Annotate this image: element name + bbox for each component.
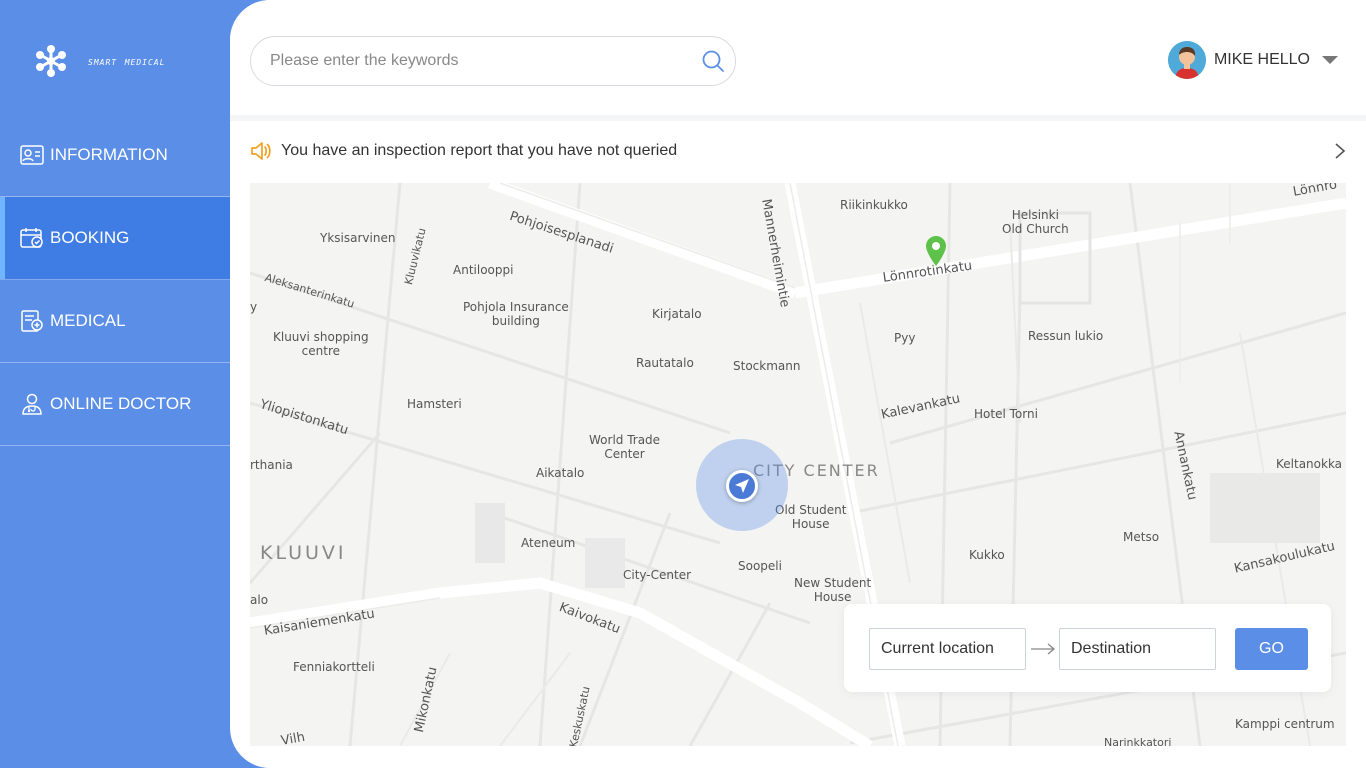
current-location-icon[interactable] [726,470,758,502]
top-bar: MIKE HELLO [230,0,1366,121]
map-label: Helsinki Old Church [1002,208,1069,236]
map-pin-icon[interactable] [926,236,946,266]
speaker-icon [251,142,271,160]
user-name: MIKE HELLO [1213,51,1310,68]
map-label: Antilooppi [453,263,514,277]
map-label: Aikatalo [536,466,585,480]
map-label: Old Student House [775,503,847,531]
main-panel: MIKE HELLO You have an inspection report… [230,0,1366,768]
street-label: Vilh [279,729,307,746]
user-menu[interactable]: MIKE HELLO [1167,41,1338,79]
route-planner: GO [844,604,1331,692]
medical-record-icon [20,310,44,332]
search-input[interactable] [270,37,690,85]
map-label: Pohjola Insurance building [463,300,569,328]
district-label: KLUUVI [260,542,347,564]
map-label: rthania [250,458,293,472]
calendar-check-icon [20,227,44,249]
map-label: Riikinkukko [840,198,908,212]
current-location-field[interactable] [869,628,1026,670]
id-card-icon [20,144,44,166]
map-label: Yksisarvinen [320,231,396,245]
arrow-right-icon [1031,643,1056,655]
brand-logo[interactable]: smart medical [34,44,165,78]
map-label: Pyy [894,331,916,345]
map-label: Soopeli [738,559,782,573]
sidebar: smart medical INFORMATION BOOKING MEDICA… [0,0,230,768]
map-label: y [250,300,258,314]
chevron-down-icon[interactable] [1322,56,1338,64]
sidebar-item-medical[interactable]: MEDICAL [0,280,230,363]
chevron-right-icon[interactable] [1334,142,1346,160]
map-label: Kluuvi shopping centre [273,330,369,358]
logo-icon [36,45,66,77]
map-label: Fenniakortteli [293,660,375,674]
sidebar-nav: INFORMATION BOOKING MEDICAL ONLINE DOCTO… [0,114,230,446]
map-label: Ressun lukio [1028,329,1104,343]
sidebar-item-booking[interactable]: BOOKING [0,197,230,280]
map-label: Stockmann [733,359,801,373]
map-label: Kukko [969,548,1005,562]
map-label: Metso [1123,530,1160,544]
map-label: Kirjatalo [652,307,702,321]
street-label: Narinkkatori [1104,736,1172,746]
map-label: alo [250,593,269,607]
sidebar-item-label: INFORMATION [50,145,168,164]
map-label: Ateneum [521,536,576,550]
map-label: New Student House [794,576,872,604]
sidebar-item-label: BOOKING [50,228,130,247]
sidebar-item-label: MEDICAL [50,311,126,330]
brand-name: smart medical [88,54,166,68]
sidebar-item-information[interactable]: INFORMATION [0,114,230,197]
go-button[interactable]: GO [1235,628,1308,670]
map-label: Hamsteri [407,397,462,411]
notice-bar[interactable]: You have an inspection report that you h… [250,134,1346,168]
search-box [250,36,736,86]
sidebar-item-online-doctor[interactable]: ONLINE DOCTOR [0,363,230,446]
map[interactable]: Riikinkukko Helsinki Old Church Yksisarv… [250,183,1346,746]
map-label: City-Center [623,568,692,582]
search-icon[interactable] [701,49,725,73]
doctor-icon [20,393,44,415]
map-label: Hotel Torni [974,407,1038,421]
destination-field[interactable] [1059,628,1216,670]
map-label: Rautatalo [636,356,694,370]
map-label: Keltanokka [1276,457,1343,471]
avatar[interactable] [1167,41,1206,79]
notice-text: You have an inspection report that you h… [281,142,678,159]
sidebar-item-label: ONLINE DOCTOR [50,394,192,413]
map-label: Kamppi centrum [1235,717,1335,731]
map-label: World Trade Center [589,433,661,461]
